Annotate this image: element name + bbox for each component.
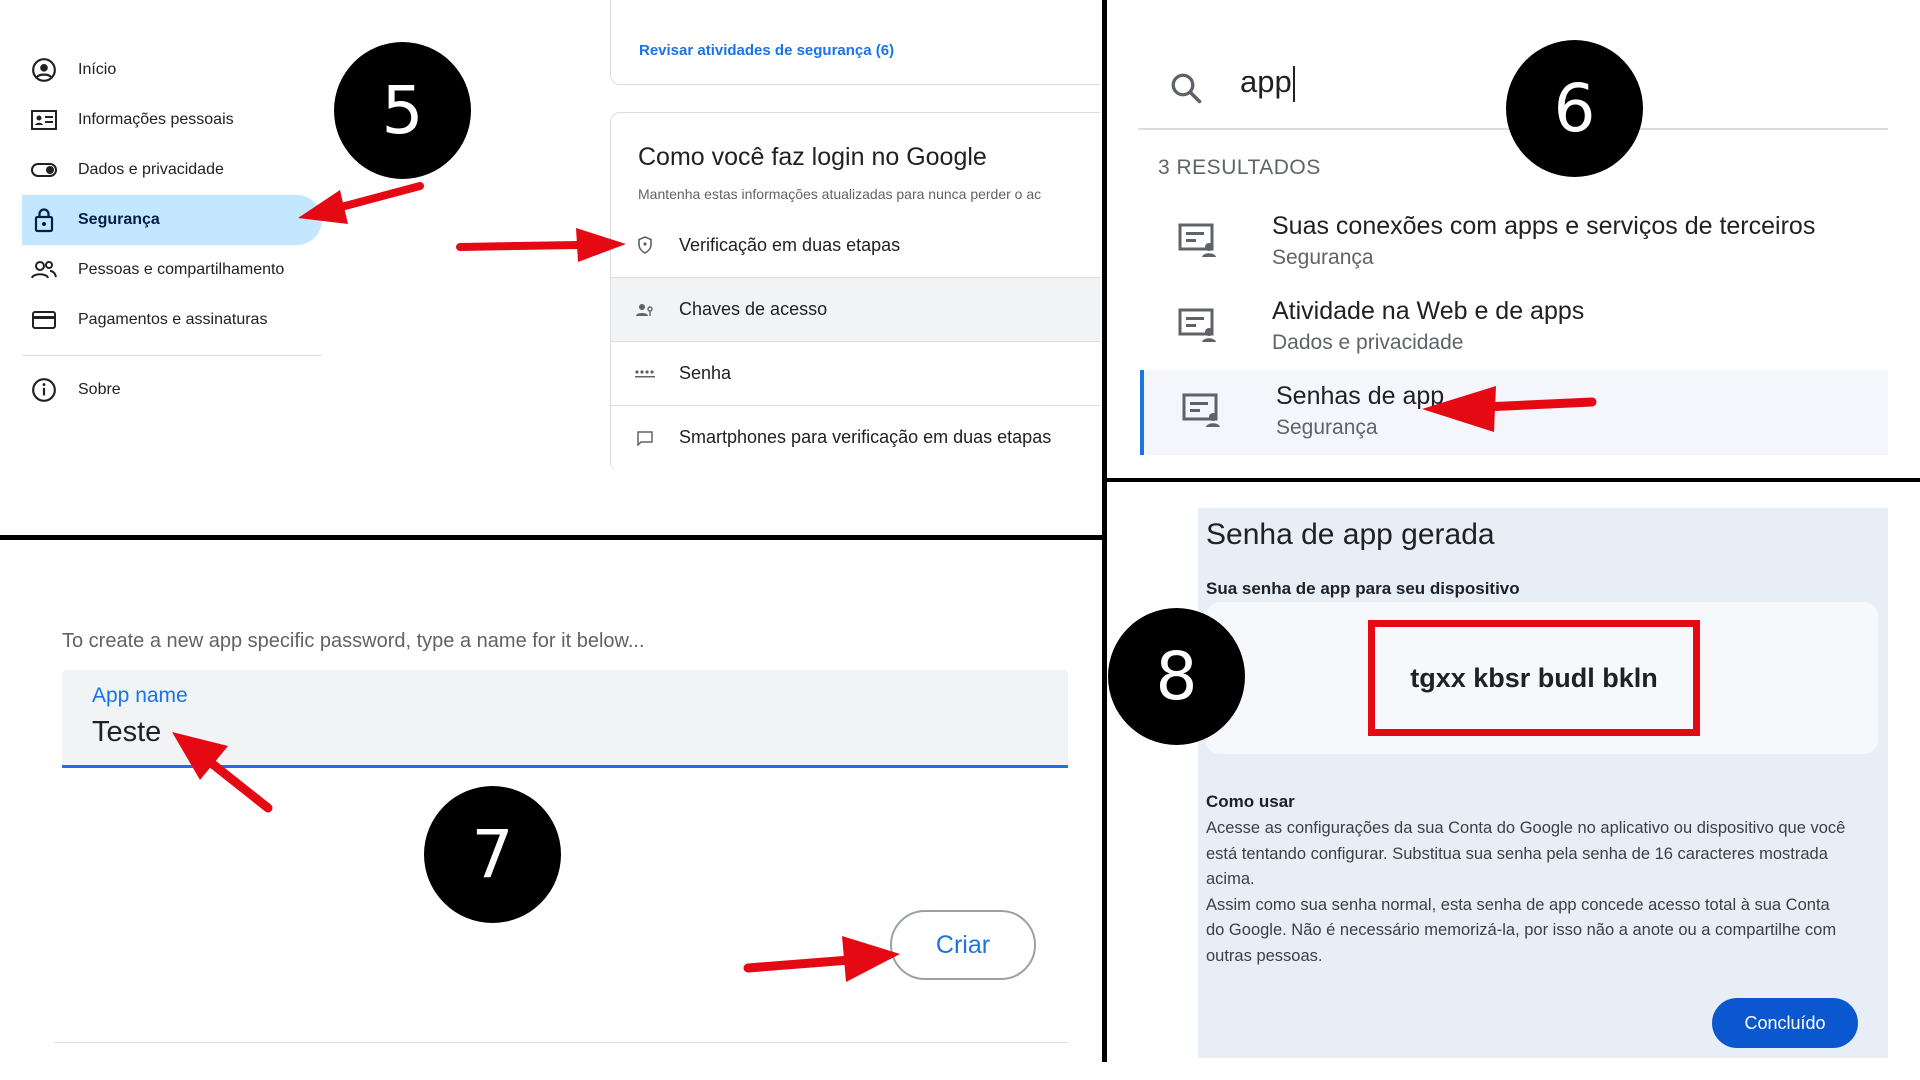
- panel-step-5: Início Informações pessoais Dados e priv…: [0, 0, 1100, 536]
- toggle-icon: [22, 161, 66, 179]
- login-row-smartphones[interactable]: Smartphones para verificação em duas eta…: [611, 405, 1100, 469]
- how-to-paragraph-1: Acesse as configurações da sua Conta do …: [1206, 819, 1846, 888]
- app-name-label: App name: [92, 684, 188, 707]
- sidebar-item-dados-privacidade[interactable]: Dados e privacidade: [22, 145, 322, 195]
- sidebar-item-inicio[interactable]: Início: [22, 45, 322, 95]
- login-methods-card: Como você faz login no Google Mantenha e…: [610, 112, 1100, 472]
- sidebar-item-label: Informações pessoais: [78, 111, 234, 128]
- sidebar-item-label: Sobre: [78, 381, 121, 398]
- result-section: Segurança: [1276, 416, 1378, 439]
- login-row-label: Senha: [679, 363, 732, 383]
- step-badge-8: 8: [1108, 608, 1245, 745]
- passkey-icon: [611, 302, 679, 318]
- dialog-subtitle: Sua senha de app para seu dispositivo: [1206, 579, 1520, 598]
- generated-password: tgxx kbsr budl bkln: [1368, 620, 1700, 736]
- annotation-arrow-to-create: [743, 936, 900, 982]
- step-badge-5: 5: [334, 42, 471, 179]
- step-badge-6: 6: [1506, 40, 1643, 177]
- how-to-paragraph-2: Assim como sua senha normal, esta senha …: [1206, 895, 1837, 965]
- sidebar-item-label: Pagamentos e assinaturas: [78, 311, 268, 328]
- login-row-two-step[interactable]: Verificação em duas etapas: [611, 213, 1100, 277]
- login-row-password[interactable]: Senha: [611, 341, 1100, 405]
- panel-step-8: Senha de app gerada Sua senha de app par…: [1108, 482, 1920, 1080]
- sidebar-divider: [22, 355, 322, 356]
- sidebar-item-label: Pessoas e compartilhamento: [78, 261, 285, 278]
- vertical-divider: [1102, 0, 1107, 1062]
- manage-account-icon: [1178, 307, 1218, 348]
- search-icon: [1168, 70, 1204, 111]
- done-button[interactable]: Concluído: [1712, 998, 1858, 1048]
- result-title: Senhas de app: [1276, 382, 1445, 410]
- people-icon: [22, 258, 66, 282]
- login-card-title: Como você faz login no Google: [638, 143, 987, 171]
- result-title: Atividade na Web e de apps: [1272, 297, 1585, 325]
- sidebar-item-label: Segurança: [78, 211, 160, 228]
- lock-icon: [22, 207, 66, 233]
- results-count: 3 RESULTADOS: [1158, 156, 1321, 179]
- horizontal-divider-right: [1104, 478, 1920, 482]
- login-row-label: Smartphones para verificação em duas eta…: [679, 427, 1052, 447]
- search-result-app-passwords[interactable]: Senhas de app Segurança: [1140, 370, 1888, 455]
- login-row-label: Verificação em duas etapas: [679, 234, 901, 255]
- panel-step-6: app 3 RESULTADOS Suas conexões com apps …: [1108, 0, 1920, 478]
- sidebar-item-sobre[interactable]: Sobre: [22, 365, 322, 415]
- create-password-prompt: To create a new app specific password, t…: [62, 630, 645, 652]
- search-result-third-party[interactable]: Suas conexões com apps e serviços de ter…: [1140, 200, 1888, 285]
- result-section: Dados e privacidade: [1272, 331, 1464, 354]
- id-card-icon: [22, 108, 66, 132]
- info-icon: [22, 377, 66, 403]
- sidebar-item-pagamentos[interactable]: Pagamentos e assinaturas: [22, 295, 322, 345]
- divider: [54, 1042, 1068, 1043]
- create-button[interactable]: Criar: [890, 910, 1036, 980]
- sidebar-item-seguranca[interactable]: Segurança: [22, 195, 322, 245]
- panel-step-7: To create a new app specific password, t…: [0, 540, 1100, 1080]
- login-card-subtitle: Mantenha estas informações atualizadas p…: [638, 186, 1042, 202]
- step-badge-7: 7: [424, 786, 561, 923]
- result-section: Segurança: [1272, 246, 1374, 269]
- password-dots-icon: [611, 369, 679, 378]
- sidebar-item-label: Dados e privacidade: [78, 161, 224, 178]
- sidebar-item-pessoas[interactable]: Pessoas e compartilhamento: [22, 245, 322, 295]
- review-security-activity-link[interactable]: Revisar atividades de segurança (6): [639, 42, 894, 59]
- chat-icon: [611, 430, 679, 446]
- result-title: Suas conexões com apps e serviços de ter…: [1272, 212, 1816, 240]
- security-activity-card: Revisar atividades de segurança (6): [610, 0, 1100, 85]
- shield-icon: [611, 236, 679, 254]
- login-row-label: Chaves de acesso: [679, 299, 828, 319]
- how-to-text: Acesse as configurações da sua Conta do …: [1206, 816, 1846, 969]
- credit-card-icon: [22, 310, 66, 330]
- app-name-field[interactable]: App name Teste: [62, 670, 1068, 768]
- search-input[interactable]: app: [1240, 64, 1292, 99]
- sidebar-item-informacoes-pessoais[interactable]: Informações pessoais: [22, 95, 322, 145]
- account-circle-icon: [22, 57, 66, 83]
- dialog-title: Senha de app gerada: [1206, 518, 1495, 551]
- text-cursor: [1292, 65, 1295, 102]
- sidebar-item-label: Início: [78, 61, 117, 78]
- search-result-web-activity[interactable]: Atividade na Web e de apps Dados e priva…: [1140, 285, 1888, 370]
- how-to-title: Como usar: [1206, 792, 1295, 811]
- horizontal-divider-left: [0, 535, 1104, 540]
- manage-account-icon: [1182, 392, 1222, 433]
- annotation-arrow-to-app-name: [172, 732, 273, 813]
- manage-account-icon: [1178, 222, 1218, 263]
- login-row-passkeys[interactable]: Chaves de acesso: [611, 277, 1100, 341]
- app-name-input[interactable]: Teste: [92, 716, 161, 749]
